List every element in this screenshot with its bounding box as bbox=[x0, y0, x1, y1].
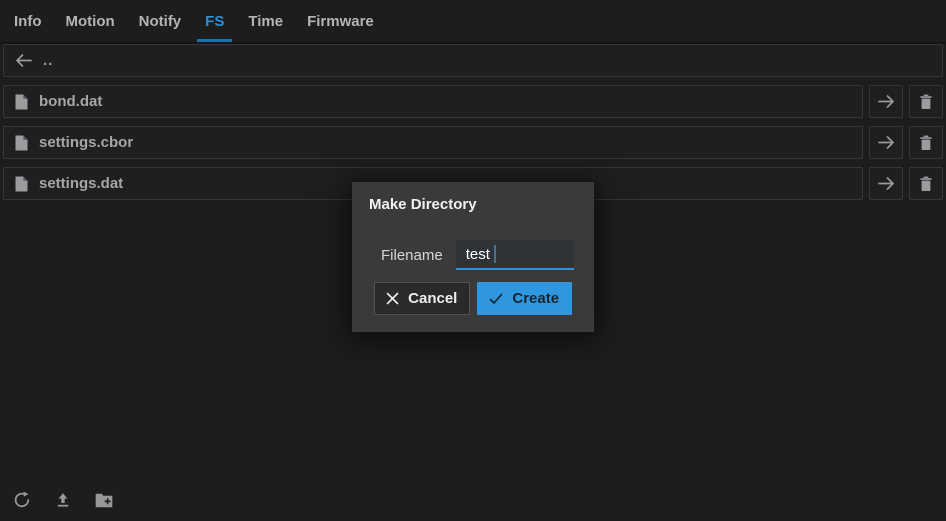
right-arrow-icon bbox=[878, 135, 895, 150]
filename-label: Filename bbox=[381, 247, 443, 264]
up-row-label: .. bbox=[43, 52, 53, 69]
tab-fs[interactable]: FS bbox=[193, 0, 236, 42]
file-icon bbox=[15, 135, 28, 151]
refresh-icon bbox=[13, 491, 31, 509]
delete-file-button[interactable] bbox=[909, 85, 943, 118]
file-name: settings.cbor bbox=[39, 134, 133, 151]
bottom-toolbar bbox=[13, 491, 113, 509]
tab-notify[interactable]: Notify bbox=[127, 0, 194, 42]
trash-icon bbox=[919, 135, 933, 151]
check-icon bbox=[489, 293, 503, 305]
file-icon bbox=[15, 94, 28, 110]
create-button-label: Create bbox=[512, 290, 559, 307]
make-directory-dialog: Make Directory Filename Cancel Create bbox=[352, 182, 594, 332]
dialog-buttons: Cancel Create bbox=[369, 282, 577, 315]
tab-bar: Info Motion Notify FS Time Firmware bbox=[0, 0, 946, 44]
refresh-button[interactable] bbox=[13, 491, 31, 509]
upload-icon bbox=[55, 492, 71, 508]
x-icon bbox=[386, 292, 399, 305]
right-arrow-icon bbox=[878, 176, 895, 191]
filename-form-row: Filename bbox=[369, 240, 577, 270]
file-name: settings.dat bbox=[39, 175, 123, 192]
file-row: settings.cbor bbox=[3, 126, 943, 159]
file-row: bond.dat bbox=[3, 85, 943, 118]
open-file-button[interactable] bbox=[869, 126, 903, 159]
tab-info[interactable]: Info bbox=[2, 0, 54, 42]
create-button[interactable]: Create bbox=[477, 282, 573, 315]
tab-firmware[interactable]: Firmware bbox=[295, 0, 386, 42]
cancel-button[interactable]: Cancel bbox=[374, 282, 470, 315]
upload-button[interactable] bbox=[54, 491, 72, 509]
open-file-button[interactable] bbox=[869, 167, 903, 200]
file-list: .. bond.dat bbox=[0, 44, 946, 200]
filename-input[interactable] bbox=[456, 240, 574, 270]
right-arrow-icon bbox=[878, 94, 895, 109]
file-icon bbox=[15, 176, 28, 192]
dialog-title: Make Directory bbox=[369, 196, 577, 213]
delete-file-button[interactable] bbox=[909, 126, 943, 159]
tab-motion[interactable]: Motion bbox=[54, 0, 127, 42]
folder-plus-icon bbox=[95, 493, 113, 508]
tab-time[interactable]: Time bbox=[236, 0, 295, 42]
left-arrow-icon bbox=[15, 53, 32, 68]
trash-icon bbox=[919, 176, 933, 192]
filename-input-wrap bbox=[456, 240, 574, 270]
up-directory-button[interactable]: .. bbox=[3, 44, 943, 77]
file-name: bond.dat bbox=[39, 93, 102, 110]
new-folder-button[interactable] bbox=[95, 491, 113, 509]
up-row: .. bbox=[3, 44, 943, 77]
text-cursor bbox=[494, 245, 496, 263]
cancel-button-label: Cancel bbox=[408, 290, 457, 307]
delete-file-button[interactable] bbox=[909, 167, 943, 200]
trash-icon bbox=[919, 94, 933, 110]
open-file-button[interactable] bbox=[869, 85, 903, 118]
file-row-main[interactable]: settings.cbor bbox=[3, 126, 863, 159]
file-row-main[interactable]: bond.dat bbox=[3, 85, 863, 118]
